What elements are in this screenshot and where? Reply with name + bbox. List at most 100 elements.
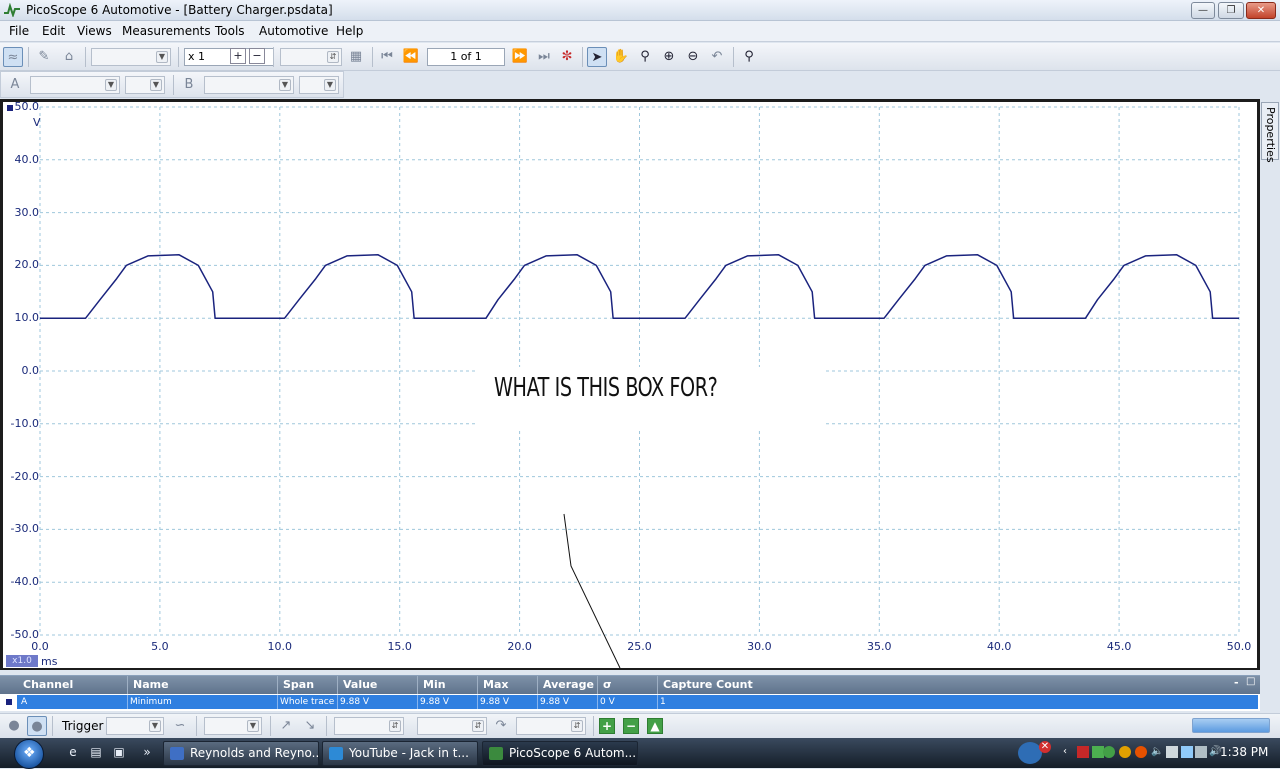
taskbar-item-reynolds[interactable]: Reynolds and Reyno... [163,741,319,766]
tray-expand-icon[interactable]: ‹ [1059,746,1071,758]
tray-app-icon-3[interactable] [1166,746,1178,758]
channel-options-icon[interactable]: ▦ [346,47,366,67]
col-sigma[interactable]: σ [603,678,612,691]
post-trigger-spinner[interactable]: ⇵ [516,717,586,735]
zoom-out-icon[interactable]: ⊖ [683,47,703,67]
close-button[interactable]: ✕ [1246,2,1276,19]
trigger-source-select[interactable]: ▼ [204,717,262,735]
properties-side-tab[interactable]: Properties [1261,102,1279,163]
channel-b-range-select[interactable]: ▼ [204,76,294,94]
col-max[interactable]: Max [483,678,508,691]
status-orange-icon[interactable] [1135,746,1147,758]
taskbar-clock[interactable]: 1:38 PM [1220,745,1268,759]
channel-b-icon[interactable]: B [179,75,199,95]
col-capture-count[interactable]: Capture Count [663,678,753,691]
menu-views[interactable]: Views [77,24,112,38]
x-tick-label: 10.0 [267,640,293,653]
menu-edit[interactable]: Edit [42,24,65,38]
speaker-muted-icon[interactable]: 🔈 [1151,746,1163,758]
menu-automotive[interactable]: Automotive [259,24,328,38]
col-channel[interactable]: Channel [23,678,73,691]
taskbar: ❖ e ▤ ▣ » Reynolds and Reyno... YouTube … [0,738,1280,769]
main-toolbar: ≈ ✎ ⌂ ▼ x 1 + − ⇵ ▦ ⏮ ⏪ 1 of 1 ⏩ ⏭ ✼ ➤ ✋… [0,43,1280,71]
annotation-text: WHAT IS THIS BOX FOR? [494,373,718,403]
zoom-area-icon[interactable]: ⚲ [635,47,655,67]
ie-quicklaunch-icon[interactable]: e [64,745,82,761]
taskbar-item-youtube[interactable]: YouTube - Jack in t... [322,741,478,766]
row-marker-icon [6,699,12,705]
menu-tools[interactable]: Tools [215,24,245,38]
table-row[interactable]: A Minimum Whole trace 9.88 V 9.88 V 9.88… [17,695,1258,709]
delete-measurement-button[interactable]: − [623,718,639,734]
minimize-button[interactable]: — [1191,2,1215,19]
channel-a-range-select[interactable]: ▼ [30,76,120,94]
timebase-select[interactable]: ▼ [91,48,171,66]
probe-icon[interactable]: ✎ [34,47,54,67]
stop-icon[interactable]: ● [27,716,47,736]
trigger-threshold-spinner[interactable]: ⇵ [334,717,404,735]
last-page-icon[interactable]: ⏭ [534,47,554,67]
zoom-minus-button[interactable]: − [249,48,265,64]
samples-spinner[interactable]: ⇵ [280,48,342,66]
network-icon[interactable] [1195,746,1207,758]
cell-min: 9.88 V [420,697,450,707]
col-span[interactable]: Span [283,678,314,691]
start-button[interactable]: ❖ [14,739,44,769]
scope-mode-icon[interactable]: ≈ [3,47,23,67]
channel-a-coupling-select[interactable]: ▼ [125,76,165,94]
page-indicator[interactable]: 1 of 1 [427,48,505,66]
trigger-toolbar: ● ● Trigger ▼ ∽ ▼ ↗ ↘ ⇵ ⇵ ↷ ⇵ + − ▲ [0,713,1280,738]
trigger-type-icon[interactable]: ∽ [170,716,190,736]
col-value[interactable]: Value [343,678,377,691]
collapse-icon[interactable]: - [1234,676,1239,689]
trigger-mode-select[interactable]: ▼ [106,717,164,735]
falling-edge-icon[interactable]: ↘ [300,716,320,736]
maximize-button[interactable]: ❐ [1218,2,1244,19]
alert-icon[interactable]: ✕ [1039,741,1051,753]
next-page-icon[interactable]: ⏩ [510,47,530,67]
prev-page-icon[interactable]: ⏪ [401,47,421,67]
tray-app-icon-4[interactable] [1181,746,1193,758]
task-label: YouTube - Jack in t... [349,746,469,760]
zoom-plus-button[interactable]: + [230,48,246,64]
home-icon[interactable]: ⌂ [59,47,79,67]
restore-icon[interactable]: □ [1246,676,1255,687]
x-tick-label: 5.0 [151,640,169,653]
y-tick-label: -40.0 [10,575,39,589]
col-average[interactable]: Average [543,678,594,691]
status-green-icon[interactable] [1103,746,1115,758]
x-zoom-badge[interactable]: x1.0 [6,655,38,667]
undo-zoom-icon[interactable]: ↶ [707,47,727,67]
ie-icon [329,747,343,760]
rising-edge-icon[interactable]: ↗ [276,716,296,736]
channel-a-icon[interactable]: A [5,75,25,95]
x-tick-label: 35.0 [867,640,892,653]
first-page-icon[interactable]: ⏮ [377,47,397,67]
zoom-in-icon[interactable]: ⊕ [659,47,679,67]
zoom-overview-icon[interactable]: ⚲ [739,47,759,67]
pre-trigger-spinner[interactable]: ⇵ [417,717,487,735]
col-name[interactable]: Name [133,678,169,691]
measurements-table: Channel Name Span Value Min Max Average … [0,675,1260,711]
y-tick-label: -20.0 [10,469,39,483]
select-pointer-icon[interactable]: ➤ [587,47,607,67]
hand-tool-icon[interactable]: ✋ [611,47,631,67]
show-desktop-icon[interactable]: ▤ [87,745,105,761]
channel-toolbar: A ▼ ▼ B ▼ ▼ [0,71,344,98]
add-measurement-button[interactable]: + [599,718,615,734]
cell-name: Minimum [130,697,172,707]
app-tray-icon[interactable] [1077,746,1089,758]
status-yellow-icon[interactable] [1119,746,1131,758]
navigator-icon[interactable]: ✼ [557,47,577,67]
edit-measurement-button[interactable]: ▲ [647,718,663,734]
menu-file[interactable]: File [9,24,29,38]
channel-b-coupling-select[interactable]: ▼ [299,76,339,94]
switch-windows-icon[interactable]: ▣ [110,745,128,761]
col-min[interactable]: Min [423,678,446,691]
quicklaunch-more-icon[interactable]: » [138,745,156,761]
taskbar-item-picoscope[interactable]: PicoScope 6 Autom... [482,741,638,766]
menu-measurements[interactable]: Measurements [122,24,211,38]
menu-help[interactable]: Help [336,24,363,38]
post-trigger-icon[interactable]: ↷ [491,716,511,736]
run-icon[interactable]: ● [4,716,24,736]
